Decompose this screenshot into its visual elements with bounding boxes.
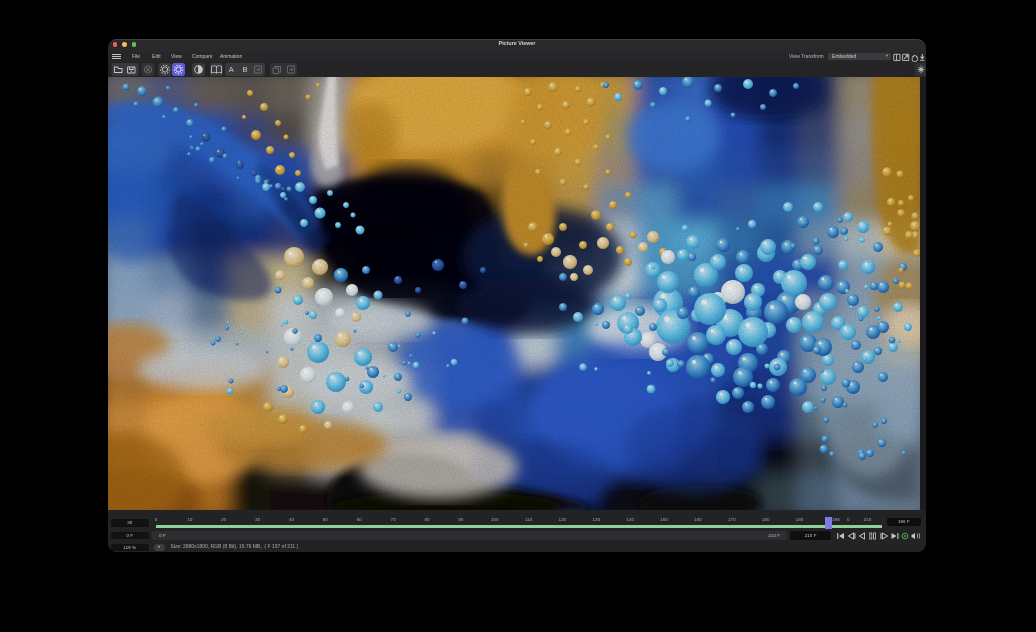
svg-text:A: A bbox=[229, 65, 234, 74]
svg-text:B: B bbox=[243, 65, 248, 74]
